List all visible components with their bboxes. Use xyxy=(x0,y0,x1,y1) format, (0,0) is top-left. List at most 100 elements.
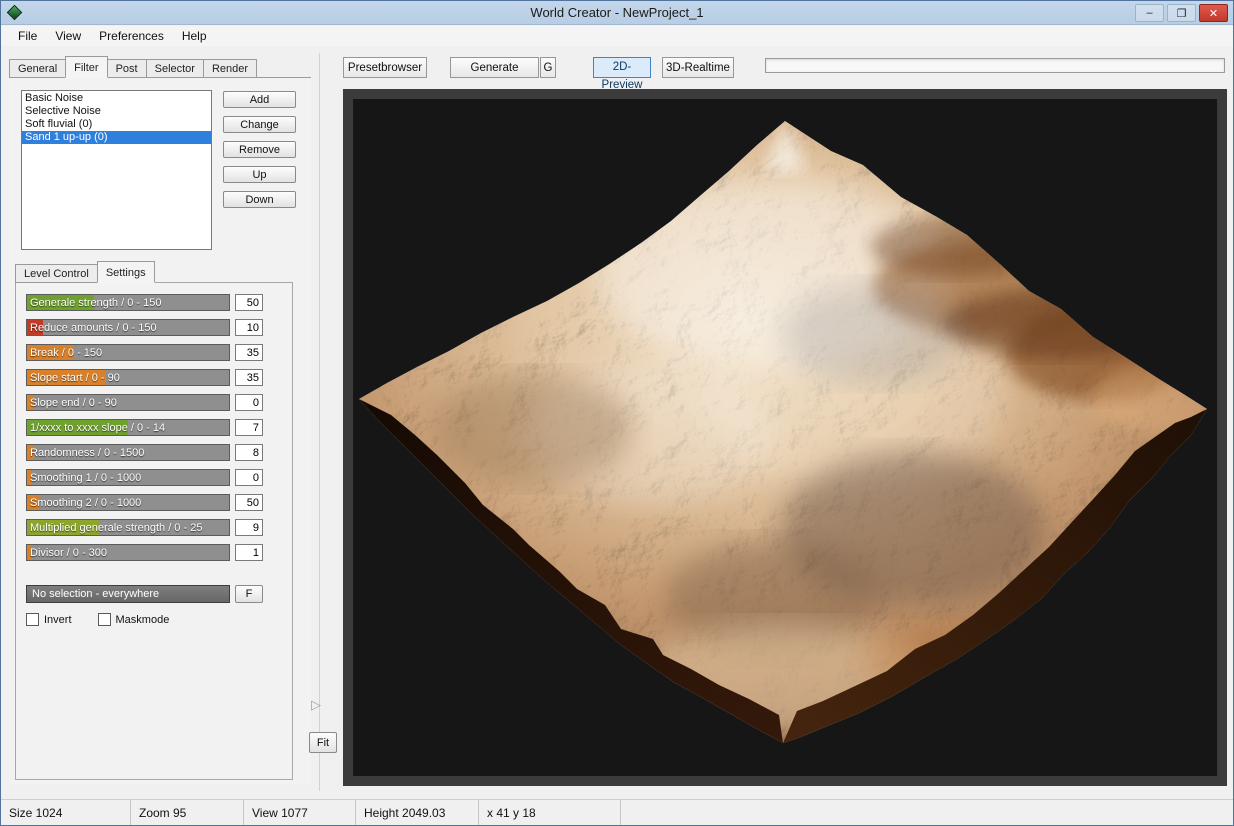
checkbox-label: Invert xyxy=(44,614,72,626)
slider-list: Generale strength / 0 - 150 50 Reduce amou… xyxy=(26,294,263,569)
tab-render[interactable]: Render xyxy=(203,59,257,78)
slider-row-smoothing-2-0-1000: Smoothing 2 / 0 - 1000 50 xyxy=(26,494,263,511)
list-item-basic-noise[interactable]: Basic Noise xyxy=(22,92,211,105)
remove-button[interactable]: Remove xyxy=(223,141,296,158)
menu-item-help[interactable]: Help xyxy=(173,27,216,45)
terrain-viewport[interactable] xyxy=(353,99,1217,776)
slider-value-input[interactable]: 50 xyxy=(235,294,263,311)
sub-tab-bar: Level ControlSettings xyxy=(15,261,154,283)
checkbox-label: Maskmode xyxy=(116,614,170,626)
slider-track[interactable]: Randomness / 0 - 1500 xyxy=(26,444,230,461)
down-button[interactable]: Down xyxy=(223,191,296,208)
3d-realtime-button[interactable]: 3D-Realtime xyxy=(662,57,734,78)
presetbrowser-button[interactable]: Presetbrowser xyxy=(343,57,427,78)
slider-track[interactable]: Multiplied generale strength / 0 - 25 xyxy=(26,519,230,536)
slider-row-slope-start-0-90: Slope start / 0 - 90 35 xyxy=(26,369,263,386)
progress-bar xyxy=(765,58,1225,73)
menu-item-view[interactable]: View xyxy=(46,27,90,45)
main-tab-bar: GeneralFilterPostSelectorRender xyxy=(9,56,256,78)
tab-filter[interactable]: Filter xyxy=(65,56,107,78)
menu-bar: FileViewPreferencesHelp xyxy=(1,26,1233,46)
slider-label: Multiplied generale strength / 0 - 25 xyxy=(30,522,202,534)
slider-value-input[interactable]: 50 xyxy=(235,494,263,511)
slider-row-slope-end-0-90: Slope end / 0 - 90 0 xyxy=(26,394,263,411)
filter-listbox[interactable]: Basic NoiseSelective NoiseSoft fluvial (… xyxy=(21,90,212,250)
slider-row-1-xxxx-to-xxxx-slope-0-14: 1/xxxx to xxxx slope / 0 - 14 7 xyxy=(26,419,263,436)
slider-row-generale-strength-0-150: Generale strength / 0 - 150 50 xyxy=(26,294,263,311)
slider-value-input[interactable]: 35 xyxy=(235,369,263,386)
filter-selection-button[interactable]: F xyxy=(235,585,263,603)
slider-label: Randomness / 0 - 1500 xyxy=(30,447,144,459)
menu-item-file[interactable]: File xyxy=(9,27,46,45)
settings-group: Generale strength / 0 - 150 50 Reduce amou… xyxy=(15,282,293,780)
status-zoom: Zoom 95 xyxy=(131,800,244,825)
titlebar[interactable]: World Creator - NewProject_1 – ❐ ✕ xyxy=(1,1,1233,25)
checkbox-box[interactable] xyxy=(98,613,111,626)
splitter-collapse-arrow[interactable]: ▷ xyxy=(311,697,321,713)
slider-value-input[interactable]: 9 xyxy=(235,519,263,536)
panel-splitter[interactable] xyxy=(319,53,320,791)
slider-label: Break / 0 - 150 xyxy=(30,347,102,359)
slider-track[interactable]: Generale strength / 0 - 150 xyxy=(26,294,230,311)
generate-button[interactable]: Generate xyxy=(450,57,539,78)
add-button[interactable]: Add xyxy=(223,91,296,108)
close-icon: ✕ xyxy=(1209,7,1218,20)
change-button[interactable]: Change xyxy=(223,116,296,133)
list-item-sand-1-up-up-0[interactable]: Sand 1 up-up (0) xyxy=(22,131,211,144)
slider-value-input[interactable]: 8 xyxy=(235,444,263,461)
slider-track[interactable]: Reduce amounts / 0 - 150 xyxy=(26,319,230,336)
slider-value-input[interactable]: 0 xyxy=(235,469,263,486)
slider-label: Reduce amounts / 0 - 150 xyxy=(30,322,157,334)
slider-track[interactable]: Smoothing 2 / 0 - 1000 xyxy=(26,494,230,511)
slider-row-randomness-0-1500: Randomness / 0 - 1500 8 xyxy=(26,444,263,461)
slider-row-multiplied-generale-strength-0-25: Multiplied generale strength / 0 - 25 9 xyxy=(26,519,263,536)
checkbox-row: Invert Maskmode xyxy=(26,613,195,626)
maximize-button[interactable]: ❐ xyxy=(1167,4,1196,22)
slider-label: Smoothing 2 / 0 - 1000 xyxy=(30,497,141,509)
subtab-level-control[interactable]: Level Control xyxy=(15,264,98,283)
window-controls: – ❐ ✕ xyxy=(1135,4,1228,22)
filter-tab-page: Basic NoiseSelective NoiseSoft fluvial (… xyxy=(9,77,311,785)
g-button[interactable]: G xyxy=(540,57,556,78)
tab-selector[interactable]: Selector xyxy=(146,59,204,78)
slider-row-break-0-150: Break / 0 - 150 35 xyxy=(26,344,263,361)
tab-general[interactable]: General xyxy=(9,59,66,78)
status-bar: Size 1024Zoom 95View 1077Height 2049.03x… xyxy=(1,799,1233,825)
status-bar-filler xyxy=(621,800,1233,825)
slider-track[interactable]: Divisor / 0 - 300 xyxy=(26,544,230,561)
2d-preview-button[interactable]: 2D-Preview xyxy=(593,57,651,78)
status-height: Height 2049.03 xyxy=(356,800,479,825)
up-button[interactable]: Up xyxy=(223,166,296,183)
slider-value-input[interactable]: 7 xyxy=(235,419,263,436)
toolbar: Presetbrowser GenerateG 2D-Preview 3D-Realt… xyxy=(343,57,1225,78)
slider-value-input[interactable]: 35 xyxy=(235,344,263,361)
checkbox-box[interactable] xyxy=(26,613,39,626)
selection-dropdown[interactable]: No selection - everywhere xyxy=(26,585,230,603)
slider-value-input[interactable]: 1 xyxy=(235,544,263,561)
list-item-selective-noise[interactable]: Selective Noise xyxy=(22,105,211,118)
minimize-button[interactable]: – xyxy=(1135,4,1164,22)
slider-track[interactable]: Slope end / 0 - 90 xyxy=(26,394,230,411)
slider-row-divisor-0-300: Divisor / 0 - 300 1 xyxy=(26,544,263,561)
slider-track[interactable]: 1/xxxx to xxxx slope / 0 - 14 xyxy=(26,419,230,436)
slider-label: Generale strength / 0 - 150 xyxy=(30,297,161,309)
maximize-icon: ❐ xyxy=(1177,7,1187,20)
slider-label: Smoothing 1 / 0 - 1000 xyxy=(30,472,141,484)
list-item-soft-fluvial-0[interactable]: Soft fluvial (0) xyxy=(22,118,211,131)
status-x: x 41 y 18 xyxy=(479,800,621,825)
slider-track[interactable]: Smoothing 1 / 0 - 1000 xyxy=(26,469,230,486)
slider-label: Divisor / 0 - 300 xyxy=(30,547,107,559)
close-button[interactable]: ✕ xyxy=(1199,4,1228,22)
terrain-render xyxy=(353,99,1217,776)
tab-post[interactable]: Post xyxy=(107,59,147,78)
slider-track[interactable]: Break / 0 - 150 xyxy=(26,344,230,361)
checkbox-invert[interactable]: Invert xyxy=(26,613,72,626)
subtab-settings[interactable]: Settings xyxy=(97,261,155,283)
selection-row: No selection - everywhere F xyxy=(26,585,263,603)
fit-button[interactable]: Fit xyxy=(309,732,337,753)
checkbox-maskmode[interactable]: Maskmode xyxy=(98,613,170,626)
slider-value-input[interactable]: 10 xyxy=(235,319,263,336)
slider-track[interactable]: Slope start / 0 - 90 xyxy=(26,369,230,386)
slider-value-input[interactable]: 0 xyxy=(235,394,263,411)
menu-item-preferences[interactable]: Preferences xyxy=(90,27,173,45)
